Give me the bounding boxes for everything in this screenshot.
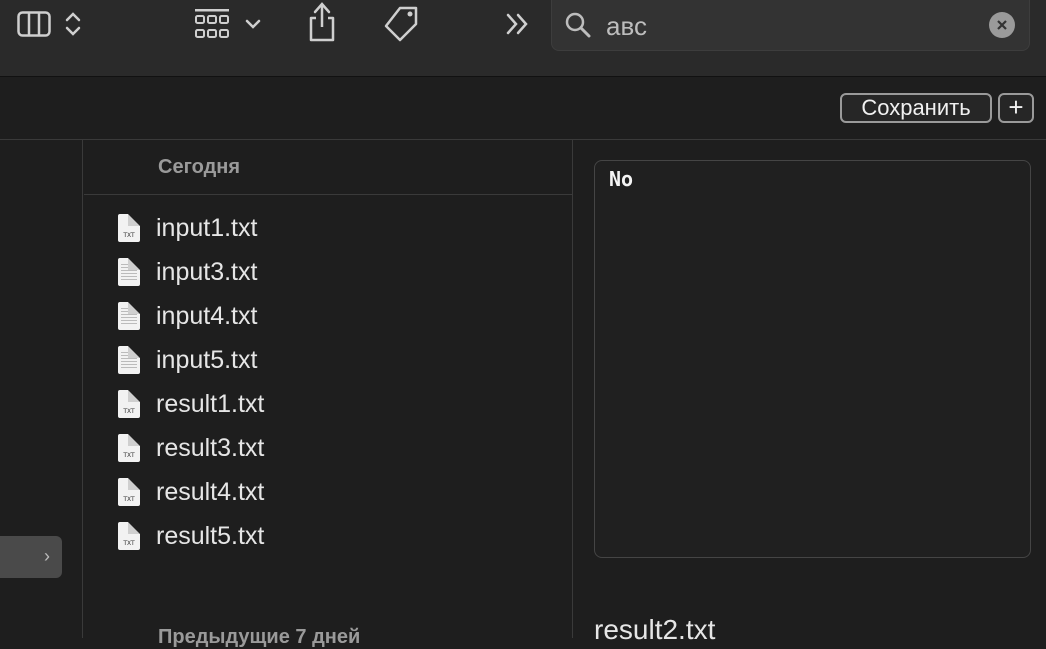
file-name: input1.txt: [156, 213, 258, 242]
grid-view-icon[interactable]: [192, 6, 232, 42]
list-item[interactable]: TXT result1.txt: [118, 384, 538, 424]
file-name: input3.txt: [156, 257, 258, 286]
list-item[interactable]: TXT result5.txt: [118, 516, 538, 556]
list-item[interactable]: input5.txt: [118, 340, 538, 380]
search-field[interactable]: [551, 0, 1030, 51]
txt-file-icon: TXT: [118, 214, 140, 242]
file-name: result4.txt: [156, 477, 265, 506]
preview-content: No: [609, 167, 634, 191]
txt-file-icon: TXT: [118, 478, 140, 506]
list-item[interactable]: input4.txt: [118, 296, 538, 336]
txt-file-icon: TXT: [118, 522, 140, 550]
list-item[interactable]: input3.txt: [118, 252, 538, 292]
document-file-icon: [118, 302, 140, 330]
toolbar: [0, 0, 1046, 77]
file-name: result1.txt: [156, 389, 265, 418]
clear-icon[interactable]: [989, 12, 1015, 38]
file-list-column: Сегодня TXT input1.txt input3.txt input4…: [84, 140, 573, 648]
search-icon: [564, 11, 592, 44]
up-down-chevron-icon[interactable]: [62, 8, 84, 40]
file-name: input4.txt: [156, 301, 258, 330]
chevron-down-icon[interactable]: [242, 14, 264, 34]
tag-icon[interactable]: [380, 4, 422, 44]
list-item[interactable]: TXT input1.txt: [118, 208, 538, 248]
list-item[interactable]: TXT result4.txt: [118, 472, 538, 512]
document-file-icon: [118, 346, 140, 374]
search-input[interactable]: [604, 8, 978, 44]
section-header-today: Сегодня: [158, 156, 241, 178]
share-icon[interactable]: [304, 0, 340, 44]
search-options-bar: Сохранить +: [0, 77, 1046, 140]
document-file-icon: [118, 258, 140, 286]
save-search-button[interactable]: Сохранить: [840, 93, 992, 123]
sidebar-selected-item[interactable]: ›: [0, 536, 62, 578]
columns-view-icon[interactable]: [16, 10, 52, 38]
file-preview: No: [594, 160, 1031, 558]
preview-file-name: result2.txt: [594, 614, 716, 645]
file-name: result5.txt: [156, 521, 265, 550]
list-item[interactable]: TXT result3.txt: [118, 428, 538, 468]
divider: [84, 194, 572, 195]
chevron-right-icon: ›: [44, 546, 50, 566]
add-criteria-button[interactable]: +: [998, 93, 1034, 123]
more-chevrons-icon[interactable]: [504, 12, 532, 36]
txt-file-icon: TXT: [118, 434, 140, 462]
file-name: result3.txt: [156, 433, 265, 462]
txt-file-icon: TXT: [118, 390, 140, 418]
file-name: input5.txt: [156, 345, 258, 374]
sidebar-column: ›: [0, 140, 83, 638]
